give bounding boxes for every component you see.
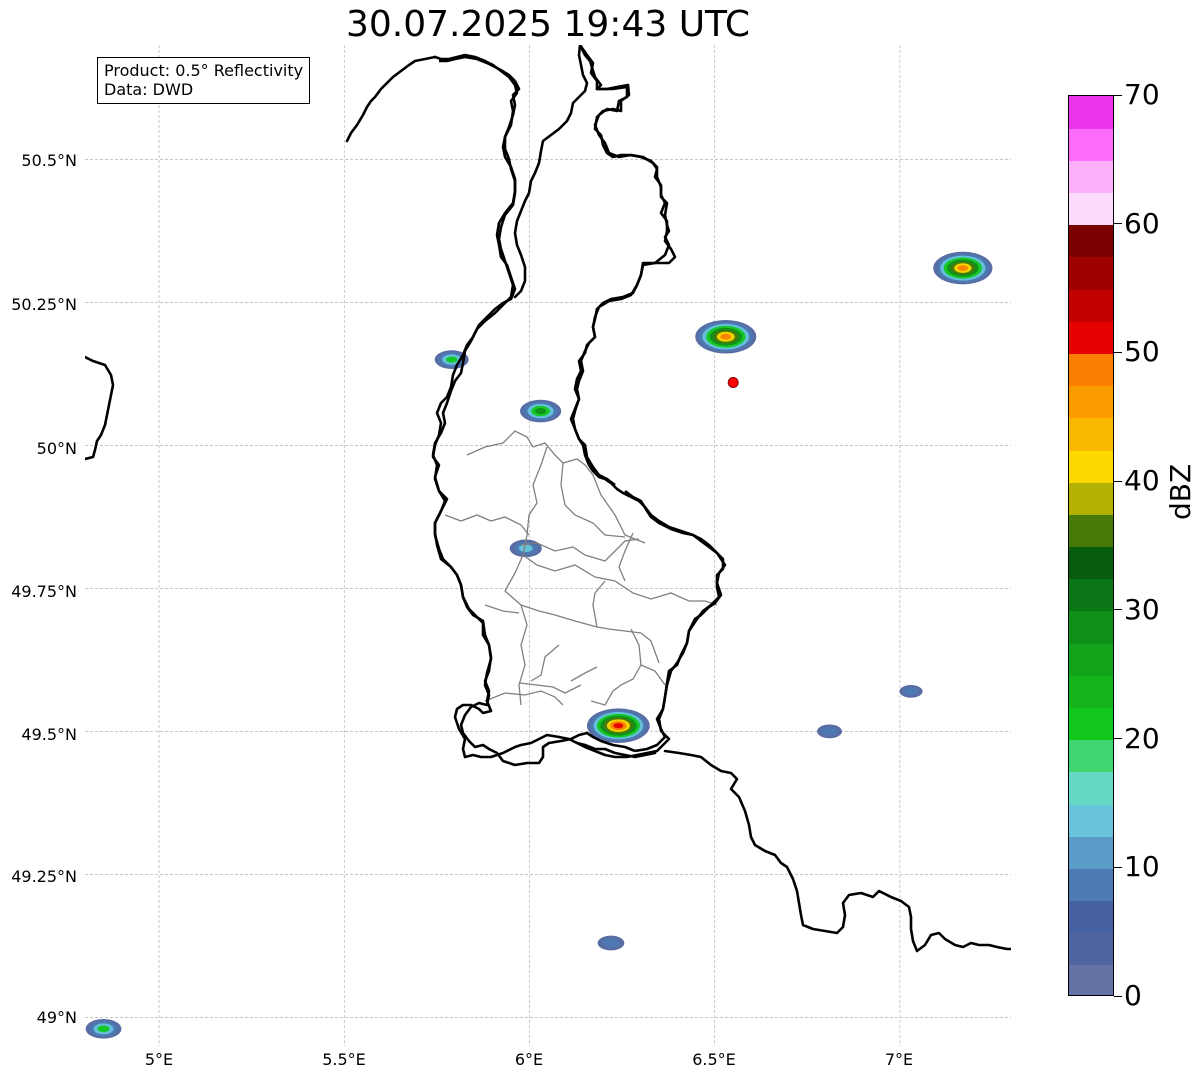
lat-label-49: 49°N xyxy=(36,1008,77,1027)
colorbar-segment-22 xyxy=(1069,256,1113,290)
echo-contour-3-4 xyxy=(534,407,547,415)
colorbar-tick-label-70: 70 xyxy=(1124,78,1160,111)
colorbar-segment-21 xyxy=(1069,289,1113,322)
map-title: 30.07.2025 19:43 UTC xyxy=(345,4,751,45)
colorbar-segment-3 xyxy=(1069,868,1113,902)
colorbar-tick-40 xyxy=(1114,480,1122,482)
colorbar-segment-23 xyxy=(1069,224,1113,258)
colorbar-segment-10 xyxy=(1069,643,1113,676)
colorbar-tick-0 xyxy=(1114,995,1122,997)
echo-cell-3 xyxy=(519,399,562,423)
echo-cell-9 xyxy=(85,1018,122,1039)
colorbar-tick-label-20: 20 xyxy=(1124,721,1160,755)
product-label: Product: 0.5° Reflectivity xyxy=(104,61,304,80)
colorbar-tick-10 xyxy=(1114,866,1122,868)
lon-label-5: 5°E xyxy=(144,1050,174,1069)
colorbar-tick-label-40: 40 xyxy=(1124,464,1160,498)
colorbar-segment-27 xyxy=(1069,96,1113,129)
lon-label-6.5: 6.5°E xyxy=(692,1050,736,1069)
colorbar-segment-12 xyxy=(1069,578,1113,612)
echo-contour-8-1 xyxy=(602,938,620,948)
lon-label-6: 6°E xyxy=(514,1050,544,1069)
colorbar-tick-label-60: 60 xyxy=(1124,206,1160,240)
colorbar-segment-11 xyxy=(1069,610,1113,644)
product-info-box: Product: 0.5° Reflectivity Data: DWD xyxy=(97,57,311,104)
colorbar-segment-26 xyxy=(1069,128,1113,161)
echo-contour-1-7 xyxy=(957,265,969,271)
echo-cell-7 xyxy=(899,684,923,698)
colorbar-segment-0 xyxy=(1069,964,1113,995)
data-source-label: Data: DWD xyxy=(104,80,194,99)
echo-contour-4-2 xyxy=(518,544,533,553)
colorbar-tick-60 xyxy=(1114,223,1122,225)
echo-contour-0-8 xyxy=(613,722,624,729)
colorbar-segment-8 xyxy=(1069,707,1113,741)
colorbar-segment-20 xyxy=(1069,321,1113,355)
colorbar-segment-18 xyxy=(1069,385,1113,419)
echo-contour-5-3 xyxy=(446,356,458,363)
radar-site-marker[interactable] xyxy=(727,376,739,388)
colorbar-segment-17 xyxy=(1069,417,1113,451)
colorbar-tick-label-0: 0 xyxy=(1124,979,1142,1012)
echo-contour-9-3 xyxy=(97,1025,110,1033)
lat-label-49.25: 49.25°N xyxy=(11,867,77,886)
lon-label-7: 7°E xyxy=(884,1050,914,1069)
colorbar-tick-label-30: 30 xyxy=(1124,592,1160,626)
radar-map[interactable] xyxy=(85,45,1011,1046)
colorbar-segment-19 xyxy=(1069,353,1113,387)
colorbar-segment-14 xyxy=(1069,514,1113,548)
colorbar-tick-label-50: 50 xyxy=(1124,335,1160,369)
colorbar-tick-20 xyxy=(1114,738,1122,740)
colorbar-segment-15 xyxy=(1069,482,1113,515)
echo-contour-7-1 xyxy=(904,687,918,696)
lat-label-50: 50°N xyxy=(36,439,77,458)
colorbar-title: dBZ xyxy=(1164,463,1197,520)
echo-cell-2 xyxy=(695,319,757,354)
echo-contour-6-1 xyxy=(822,727,838,736)
colorbar-segment-5 xyxy=(1069,803,1113,837)
lat-label-49.5: 49.5°N xyxy=(21,725,77,744)
echo-contour-2-7 xyxy=(720,333,732,340)
colorbar-tick-50 xyxy=(1114,351,1122,353)
colorbar-tick-70 xyxy=(1114,94,1122,96)
echo-cell-6 xyxy=(817,724,843,739)
colorbar-segment-6 xyxy=(1069,771,1113,805)
colorbar-segment-7 xyxy=(1069,739,1113,773)
lat-label-49.75: 49.75°N xyxy=(11,582,77,601)
colorbar-segment-25 xyxy=(1069,160,1113,194)
colorbar-segment-2 xyxy=(1069,900,1113,934)
colorbar-segment-1 xyxy=(1069,932,1113,966)
colorbar-segment-13 xyxy=(1069,546,1113,580)
lon-label-5.5: 5.5°E xyxy=(322,1050,366,1069)
lat-label-50.25: 50.25°N xyxy=(11,295,77,314)
colorbar-tick-label-10: 10 xyxy=(1124,850,1160,884)
echo-cell-1 xyxy=(933,251,993,285)
colorbar xyxy=(1068,95,1114,996)
colorbar-tick-30 xyxy=(1114,609,1122,611)
colorbar-segment-16 xyxy=(1069,449,1113,483)
lat-label-50.5: 50.5°N xyxy=(21,151,77,170)
colorbar-segment-4 xyxy=(1069,836,1113,869)
colorbar-segment-9 xyxy=(1069,675,1113,708)
echo-cell-8 xyxy=(597,935,625,951)
colorbar-segment-24 xyxy=(1069,192,1113,226)
